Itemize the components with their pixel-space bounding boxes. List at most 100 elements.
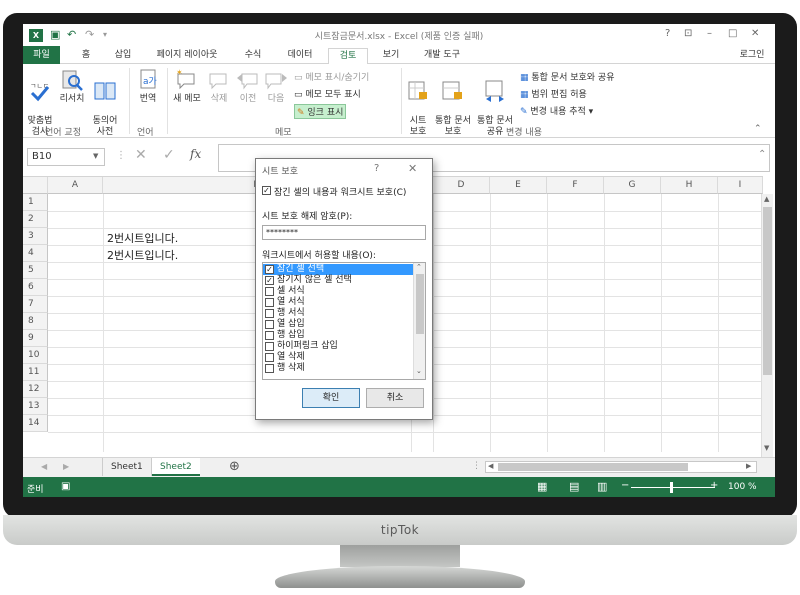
permission-item[interactable]: 셀 서식	[263, 286, 413, 297]
password-field[interactable]: ********	[262, 225, 426, 240]
cancel-button[interactable]: 취소	[366, 388, 424, 408]
row-header[interactable]: 6	[23, 279, 48, 296]
name-box-dropdown-icon[interactable]: ▼	[93, 152, 98, 160]
column-header[interactable]: H	[661, 177, 718, 194]
vertical-scrollbar[interactable]: ▲ ▼	[761, 194, 773, 459]
tab-split-handle-icon[interactable]: ⋮	[472, 461, 481, 471]
column-header[interactable]: D	[433, 177, 490, 194]
row-header[interactable]: 11	[23, 364, 48, 381]
permission-item[interactable]: ✓ 잠기지 않은 셀 선택	[263, 275, 413, 286]
permission-item[interactable]: 열 삭제	[263, 352, 413, 363]
tab-review[interactable]: 검토	[328, 48, 368, 65]
cell-b4[interactable]: 2번시트입니다.	[107, 247, 178, 263]
row-header[interactable]: 5	[23, 262, 48, 279]
permission-item[interactable]: 열 서식	[263, 297, 413, 308]
permission-item[interactable]: 열 삽입	[263, 319, 413, 330]
previous-comment-button[interactable]: 이전	[235, 68, 261, 105]
column-header[interactable]: A	[48, 177, 103, 194]
expand-formula-icon[interactable]: ⌃	[758, 149, 766, 160]
permissions-list[interactable]: ✓ 잠긴 셀 선택 ✓ 잠기지 않은 셀 선택 셀 서식 열 서식 행 서식 열 삽…	[262, 262, 426, 380]
scroll-up-icon[interactable]: ⌃	[416, 263, 422, 271]
protect-share-workbook-button[interactable]: ▦ 통합 문서 보호와 공유	[520, 70, 614, 83]
show-all-comments-button[interactable]: ▭ 메모 모두 표시	[294, 87, 361, 100]
horizontal-scrollbar[interactable]: ◀ ▶	[485, 461, 757, 473]
add-sheet-icon[interactable]: ⊕	[229, 459, 240, 474]
help-button[interactable]: ?	[665, 28, 670, 39]
column-header[interactable]: I	[718, 177, 763, 194]
tab-file[interactable]: 파일	[23, 46, 60, 64]
confirm-formula-icon[interactable]: ✓	[163, 147, 175, 163]
row-header[interactable]: 9	[23, 330, 48, 347]
select-all-corner[interactable]	[23, 177, 48, 194]
ribbon-display-icon[interactable]: ⊡	[684, 28, 692, 39]
scroll-down-icon[interactable]: ⌄	[416, 367, 422, 375]
permission-item[interactable]: 행 삭제	[263, 363, 413, 374]
row-header[interactable]: 13	[23, 398, 48, 415]
hscroll-thumb[interactable]	[498, 463, 688, 471]
thesaurus-button[interactable]: 동의어 사전	[89, 68, 121, 138]
row-header[interactable]: 10	[23, 347, 48, 364]
row-header[interactable]: 8	[23, 313, 48, 330]
page-layout-view-icon[interactable]: ▤	[569, 480, 579, 493]
sheet-tab-sheet1[interactable]: Sheet1	[102, 458, 152, 476]
cancel-formula-icon[interactable]: ✕	[135, 147, 147, 163]
cell-b3[interactable]: 2번시트입니다.	[107, 230, 178, 246]
row-header[interactable]: 1	[23, 194, 48, 211]
tab-page-layout[interactable]: 페이지 레이아웃	[150, 48, 224, 64]
permission-checkbox[interactable]	[265, 298, 274, 307]
sheet-tab-sheet2[interactable]: Sheet2	[152, 458, 200, 476]
page-break-view-icon[interactable]: ▥	[597, 480, 607, 493]
column-header[interactable]: G	[604, 177, 661, 194]
column-header[interactable]: F	[547, 177, 604, 194]
insert-function-button[interactable]: fx	[190, 147, 201, 161]
next-comment-button[interactable]: 다음	[263, 68, 289, 105]
collapse-ribbon-icon[interactable]: ⌃	[754, 124, 762, 134]
scroll-down-icon[interactable]: ▼	[764, 444, 769, 452]
minimize-icon[interactable]: –	[707, 28, 712, 39]
row-header[interactable]: 2	[23, 211, 48, 228]
permission-checkbox[interactable]	[265, 287, 274, 296]
permission-checkbox[interactable]	[265, 331, 274, 340]
scroll-up-icon[interactable]: ▲	[764, 195, 769, 203]
ok-button[interactable]: 확인	[302, 388, 360, 408]
tab-formulas[interactable]: 수식	[241, 48, 265, 64]
research-button[interactable]: 리서치	[56, 68, 88, 105]
permission-checkbox[interactable]	[265, 364, 274, 373]
row-header[interactable]: 14	[23, 415, 48, 432]
permission-checkbox[interactable]	[265, 309, 274, 318]
new-comment-button[interactable]: ✶ 새 메모	[170, 68, 204, 105]
tab-home[interactable]: 홈	[76, 48, 96, 64]
protect-sheet-button[interactable]: 시트 보호	[405, 68, 431, 138]
tab-data[interactable]: 데이터	[283, 48, 317, 64]
permission-item[interactable]: 하이퍼링크 삽입	[263, 341, 413, 352]
prev-sheet-icon[interactable]: ◀	[41, 462, 47, 471]
next-sheet-icon[interactable]: ▶	[63, 462, 69, 471]
dialog-close-icon[interactable]: ✕	[408, 162, 417, 175]
translate-button[interactable]: a가 번역	[133, 68, 163, 105]
scroll-thumb[interactable]	[416, 274, 424, 334]
permission-item[interactable]: 행 삽입	[263, 330, 413, 341]
track-changes-button[interactable]: ✎ 변경 내용 추적 ▾	[520, 104, 593, 117]
tab-view[interactable]: 보기	[379, 48, 403, 64]
permission-checkbox[interactable]	[265, 342, 274, 351]
permissions-scrollbar[interactable]: ⌃ ⌄	[413, 263, 425, 379]
dialog-help-button[interactable]: ?	[374, 163, 379, 174]
permission-item[interactable]: 행 서식	[263, 308, 413, 319]
show-hide-comment-button[interactable]: ▭ 메모 표시/숨기기	[294, 70, 369, 83]
row-header[interactable]: 7	[23, 296, 48, 313]
permission-checkbox[interactable]	[265, 320, 274, 329]
permission-checkbox[interactable]: ✓	[265, 265, 274, 274]
zoom-out-icon[interactable]: −	[621, 480, 629, 491]
show-ink-button[interactable]: ✎ 잉크 표시	[294, 104, 347, 119]
zoom-slider-track[interactable]	[631, 487, 715, 488]
row-header[interactable]: 4	[23, 245, 48, 262]
normal-view-icon[interactable]: ▦	[537, 480, 547, 493]
allow-edit-ranges-button[interactable]: ▦ 범위 편집 허용	[520, 87, 587, 100]
tab-insert[interactable]: 삽입	[110, 48, 136, 64]
zoom-in-icon[interactable]: +	[710, 480, 718, 491]
protect-contents-checkbox[interactable]: ✓	[262, 186, 271, 195]
permission-checkbox[interactable]	[265, 353, 274, 362]
zoom-level[interactable]: 100 %	[728, 482, 757, 492]
macro-record-icon[interactable]: ▣	[61, 481, 70, 492]
maximize-icon[interactable]: □	[728, 28, 737, 39]
